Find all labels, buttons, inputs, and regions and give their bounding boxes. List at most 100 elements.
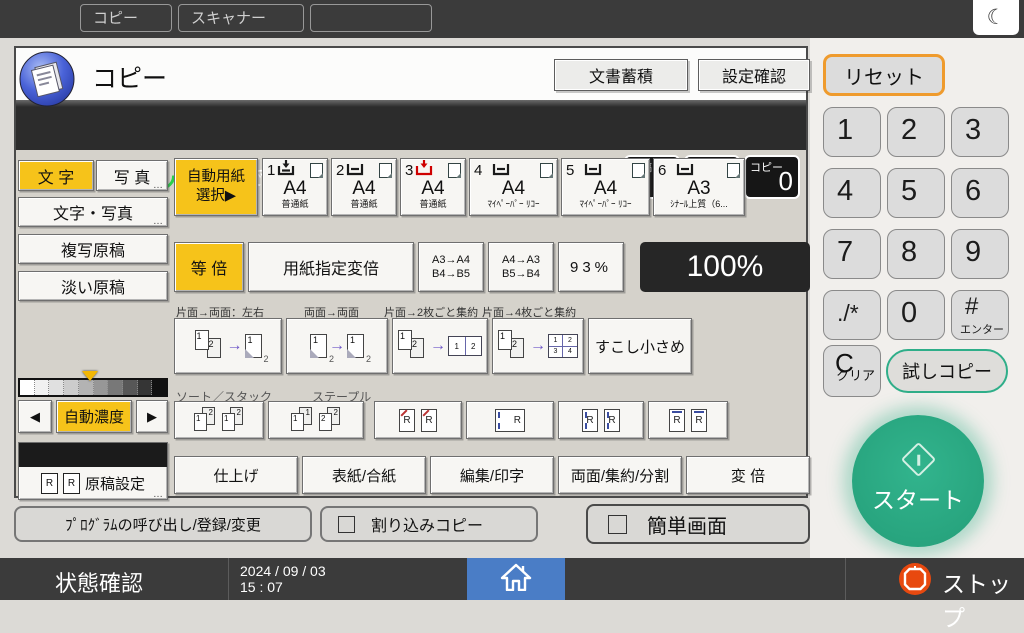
keypad-enter[interactable]: # エンター <box>951 290 1009 340</box>
finishing-button[interactable]: 仕上げ <box>174 456 298 494</box>
cover-slip-sheet-button[interactable]: 表紙/合紙 <box>302 456 426 494</box>
button-label: 写 真 <box>114 164 150 188</box>
original-type-pale-original-button[interactable]: 淡い原稿 <box>18 271 168 301</box>
arrow-icon: → <box>329 337 345 355</box>
stop-button[interactable]: ストップ <box>942 565 1024 633</box>
paper-icon <box>540 163 553 178</box>
stop-icon[interactable] <box>898 562 932 601</box>
one-sided-to-two-sided-button[interactable]: 1 2 → 1 2 <box>174 318 282 374</box>
pages-icon: 1 2 <box>398 329 428 363</box>
home-icon <box>500 563 532 596</box>
enlarge-preset-button[interactable]: A4→A3 B5→B4 <box>488 242 554 292</box>
datetime-display: 2024 / 09 / 03 15 : 07 <box>240 563 326 595</box>
magnification-button[interactable]: 変 倍 <box>686 456 810 494</box>
combine-2-pages-button[interactable]: 1 2 → 1 2 <box>392 318 488 374</box>
combine-4-pages-button[interactable]: 1 2 → 12 34 <box>492 318 584 374</box>
edit-stamp-button[interactable]: 編集/印字 <box>430 456 554 494</box>
button-label: A3→A4 <box>432 253 470 267</box>
start-button[interactable]: スタート <box>852 415 984 547</box>
original-type-copied-original-button[interactable]: 複写原稿 <box>18 234 168 264</box>
divider <box>845 558 846 600</box>
staple-left-button[interactable]: R <box>466 401 554 439</box>
check-settings-button[interactable]: 設定確認 <box>698 59 810 91</box>
density-darker-button[interactable]: ▶ <box>136 400 168 433</box>
tray-6-button[interactable]: 6 A3 ｼﾅｰﾙ上質（6... <box>653 158 745 216</box>
staple-left-2-button[interactable]: R R <box>558 401 644 439</box>
keypad-5[interactable]: 5 <box>887 168 945 218</box>
keypad-8[interactable]: 8 <box>887 229 945 279</box>
key-label: # <box>965 293 978 320</box>
energy-saver-button[interactable]: ☾ <box>973 0 1019 35</box>
simple-screen-button[interactable]: 簡単画面 <box>586 504 810 544</box>
paper-specified-zoom-button[interactable]: 用紙指定変倍 <box>248 242 414 292</box>
keypad-1[interactable]: 1 <box>823 107 881 157</box>
divider <box>228 558 229 600</box>
paper-icon <box>727 163 740 178</box>
stack-button[interactable]: 1 1 2 2 <box>268 401 364 439</box>
stack-pages-icon: 2 2 <box>319 407 341 434</box>
tab-empty[interactable] <box>310 4 432 32</box>
reduce-preset-button[interactable]: A3→A4 B4→B5 <box>418 242 484 292</box>
tray-1-button[interactable]: 1 A4 普通紙 <box>262 158 328 216</box>
document-store-button[interactable]: 文書蓄積 <box>554 59 688 91</box>
keypad-dot-star[interactable]: ./* <box>823 290 881 340</box>
button-label: 原稿設定 <box>85 473 145 494</box>
full-size-button[interactable]: 等 倍 <box>174 242 244 292</box>
keypad-2[interactable]: 2 <box>887 107 945 157</box>
keypad-9[interactable]: 9 <box>951 229 1009 279</box>
auto-density-button[interactable]: 自動濃度 <box>56 400 132 433</box>
sort-button[interactable]: 2 1 2 1 <box>174 401 264 439</box>
tray-2-button[interactable]: 2 A4 普通紙 <box>331 158 397 216</box>
original-type-text-button[interactable]: 文 字 <box>18 160 94 191</box>
staple-top-icon: R <box>669 409 685 432</box>
interrupt-copy-button[interactable]: 割り込みコピー <box>320 506 538 542</box>
tab-scanner[interactable]: スキャナー <box>178 4 304 32</box>
keypad-7[interactable]: 7 <box>823 229 881 279</box>
sort-pages-icon: 2 1 <box>222 407 244 434</box>
tray-size: A4 <box>470 179 557 199</box>
arrow-icon: → <box>430 337 446 355</box>
panel-header: コピー 文書蓄積 設定確認 <box>16 48 806 101</box>
original-settings-button[interactable]: R R 原稿設定 … <box>18 442 168 500</box>
staple-top-left-button[interactable]: R R <box>374 401 462 439</box>
status-banner: コピーできます 原稿 0 セット 1 コピー 0 <box>16 100 806 150</box>
tray-3-button[interactable]: 3 A4 普通紙 <box>400 158 466 216</box>
zoom-93-button[interactable]: 93% <box>558 242 624 292</box>
button-label: 簡単画面 <box>647 510 727 539</box>
combined-2up-icon: 1 2 <box>448 336 482 356</box>
tray-size: A3 <box>654 179 744 199</box>
keypad-6[interactable]: 6 <box>951 168 1009 218</box>
tray-paper-type: ｼﾅｰﾙ上質（6... <box>654 199 744 210</box>
arrow-icon: → <box>530 337 546 355</box>
tray-paper-type: 普通紙 <box>401 199 465 210</box>
status-check-button[interactable]: 状態確認 <box>55 566 143 598</box>
home-button[interactable] <box>467 558 565 600</box>
more-indicator: … <box>153 216 164 227</box>
auto-paper-select-button[interactable]: 自動用紙 選択▶ <box>174 158 258 216</box>
clear-button[interactable]: C クリア <box>823 345 881 397</box>
original-type-text-photo-button[interactable]: 文字・写真 … <box>18 197 168 227</box>
tray-icon <box>676 160 694 180</box>
moon-icon: ☾ <box>987 5 1006 30</box>
reset-button[interactable]: リセット <box>823 54 945 96</box>
program-recall-button[interactable]: ﾌﾟﾛｸﾞﾗﾑの呼び出し/登録/変更 <box>14 506 312 542</box>
copy-main-panel: コピー 文書蓄積 設定確認 コピーできます 原稿 0 セット <box>14 46 808 498</box>
keypad-0[interactable]: 0 <box>887 290 945 340</box>
tray-size: A4 <box>263 179 327 199</box>
original-type-photo-button[interactable]: 写 真 … <box>96 160 168 191</box>
duplex-combine-split-button[interactable]: 両面/集約/分割 <box>558 456 682 494</box>
tray-5-button[interactable]: 5 A4 ﾏｲﾍﾟｰﾊﾟｰ ﾘｺｰ <box>561 158 650 216</box>
slightly-smaller-button[interactable]: すこし小さめ <box>588 318 692 374</box>
two-sided-to-two-sided-button[interactable]: 1 2 → 1 2 <box>286 318 388 374</box>
tray-4-button[interactable]: 4 A4 ﾏｲﾍﾟｰﾊﾟｰ ﾘｺｰ <box>469 158 558 216</box>
keypad-4[interactable]: 4 <box>823 168 881 218</box>
keypad-3[interactable]: 3 <box>951 107 1009 157</box>
tray-feed-active-icon <box>415 160 433 180</box>
density-lighter-button[interactable]: ◀ <box>18 400 52 433</box>
checkbox-icon <box>608 515 627 534</box>
sample-copy-button[interactable]: 試しコピー <box>886 349 1008 393</box>
tab-copy[interactable]: コピー <box>80 4 172 32</box>
more-indicator: … <box>153 180 164 191</box>
staple-top-button[interactable]: R R <box>648 401 728 439</box>
tray-number: 5 <box>566 162 574 179</box>
